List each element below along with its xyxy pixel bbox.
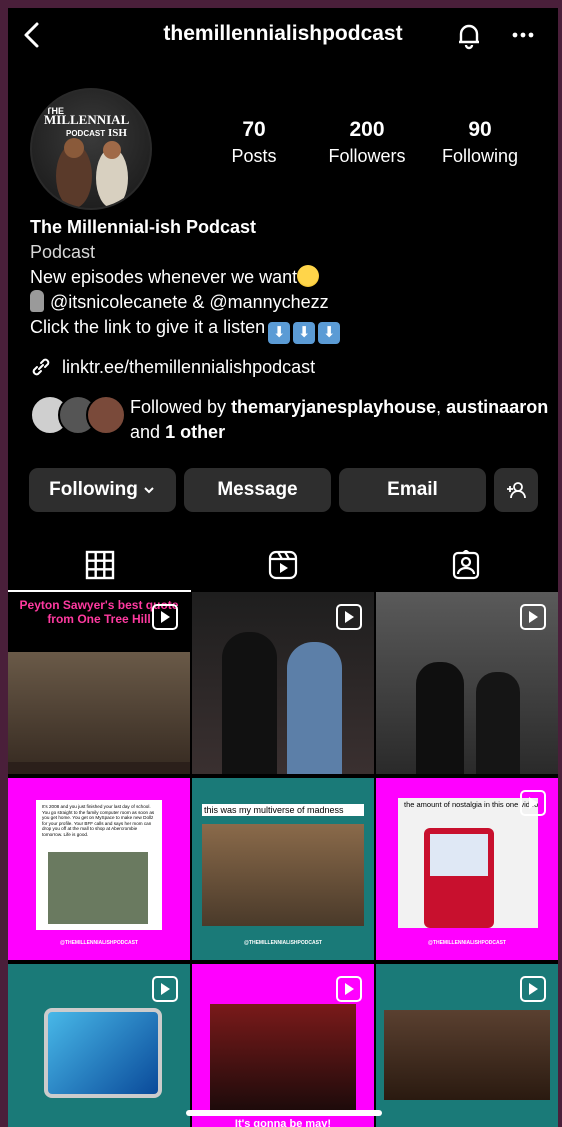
post-thumbnail[interactable]: Peyton Sawyer's best quote from One Tree…: [8, 592, 190, 774]
add-person-icon: [507, 482, 526, 499]
following-button-label: Following: [49, 479, 138, 500]
top-bar: themillennialishpodcast: [8, 8, 558, 62]
notification-bell-icon[interactable]: [454, 20, 484, 50]
email-button[interactable]: Email: [339, 468, 486, 512]
home-indicator: [186, 1110, 382, 1116]
bio-line-3: Click the link to give it a listen ⬇ ⬇ ⬇: [30, 315, 540, 344]
grid-watermark: @THEMILLENNIALISHPODCAST: [428, 940, 506, 946]
post-caption: It's 2008 and you just finished your las…: [42, 804, 155, 837]
profile-display-name: The Millennial-ish Podcast: [30, 217, 257, 237]
message-button-label: Message: [217, 479, 298, 500]
drooling-face-icon: [297, 265, 320, 287]
bio-text-2[interactable]: @itsnicolecanete & @mannychezz: [50, 292, 329, 312]
profile-tabs: [8, 540, 558, 592]
grid-watermark: @THEMILLENNIALISHPODCAST: [244, 940, 322, 946]
posts-count: 70: [242, 118, 266, 141]
svg-text:PODCAST: PODCAST: [66, 129, 105, 138]
post-thumbnail[interactable]: It's 2008 and you just finished your las…: [8, 778, 190, 960]
reels-icon: [520, 976, 546, 1002]
bio-line-2: @itsnicolecanete & @mannychezz: [30, 290, 540, 315]
post-caption: It's gonna be may!: [234, 1118, 332, 1127]
profile-bio: The Millennial-ish Podcast Podcast New e…: [30, 215, 540, 344]
followed-by-prefix: Followed by: [130, 397, 227, 417]
reels-icon: [152, 976, 178, 1002]
down-arrow-icon: ⬇: [268, 322, 291, 344]
followed-by-user-1[interactable]: themaryjanesplayhouse: [231, 397, 436, 417]
podcast-logo-avatar: THE MILLENNIAL PODCAST ISH: [44, 106, 130, 208]
profile-link[interactable]: linktr.ee/themillennialishpodcast: [30, 356, 315, 378]
down-arrow-icon: ⬇: [293, 322, 316, 344]
followers-label: Followers: [328, 146, 406, 166]
posts-stat[interactable]: 70 Posts: [199, 118, 309, 167]
post-thumbnail[interactable]: the amount of nostalgia in this one vide…: [376, 778, 558, 960]
tab-tagged[interactable]: [374, 540, 557, 590]
post-thumbnail[interactable]: [192, 592, 374, 774]
tagged-icon: [452, 550, 479, 580]
reels-icon: [520, 604, 546, 630]
following-button[interactable]: Following: [29, 468, 176, 512]
svg-text:ISH: ISH: [108, 127, 127, 139]
bio-line-1: New episodes whenever we want: [30, 265, 540, 290]
more-options-icon[interactable]: [508, 20, 538, 50]
followed-by-and: and: [130, 422, 161, 442]
following-stat[interactable]: 90 Following: [425, 118, 535, 167]
followed-by-text: Followed by themaryjanesplayhouse, austi…: [130, 397, 549, 442]
bio-text-3: Click the link to give it a listen: [30, 317, 266, 337]
post-thumbnail[interactable]: [376, 964, 558, 1127]
svg-text:MILLENNIAL: MILLENNIAL: [44, 112, 130, 127]
bio-text-1: New episodes whenever we want: [30, 267, 298, 287]
reels-icon: [336, 604, 362, 630]
grid-watermark: @THEMILLENNIALISHPODCAST: [60, 940, 138, 946]
following-label: Following: [441, 146, 519, 166]
microphone-icon: [30, 290, 44, 312]
message-button[interactable]: Message: [184, 468, 331, 512]
profile-link-text[interactable]: linktr.ee/themillennialishpodcast: [62, 357, 315, 378]
profile-screen: themillennialishpodcast THE MILLENNIAL P…: [8, 8, 558, 1127]
profile-avatar[interactable]: THE MILLENNIAL PODCAST ISH: [30, 88, 152, 210]
post-thumbnail[interactable]: [8, 964, 190, 1127]
posts-label: Posts: [231, 146, 277, 166]
grid-icon: [85, 550, 114, 580]
following-count: 90: [468, 118, 492, 141]
follower-avatar: [86, 395, 126, 435]
tab-reels[interactable]: [191, 540, 374, 590]
followed-by-other[interactable]: 1 other: [165, 422, 225, 442]
add-user-button[interactable]: [494, 468, 538, 512]
link-icon: [32, 358, 50, 376]
reels-icon: [520, 790, 546, 816]
followed-by-user-2[interactable]: austinaaron: [446, 397, 548, 417]
followers-stat[interactable]: 200 Followers: [312, 118, 422, 167]
reels-icon: [268, 550, 297, 580]
reels-icon: [152, 604, 178, 630]
followers-count: 200: [349, 118, 385, 141]
profile-category: Podcast: [30, 242, 96, 262]
down-arrow-icon: ⬇: [318, 322, 341, 344]
post-caption: this was my multiverse of madness: [204, 805, 344, 815]
post-thumbnail[interactable]: [376, 592, 558, 774]
tab-grid[interactable]: [8, 540, 191, 592]
chevron-down-icon: [144, 487, 154, 494]
email-button-label: Email: [387, 479, 438, 500]
post-thumbnail[interactable]: It's gonna be may!: [192, 964, 374, 1127]
post-thumbnail[interactable]: this was my multiverse of madness @THEMI…: [192, 778, 374, 960]
reels-icon: [336, 976, 362, 1002]
